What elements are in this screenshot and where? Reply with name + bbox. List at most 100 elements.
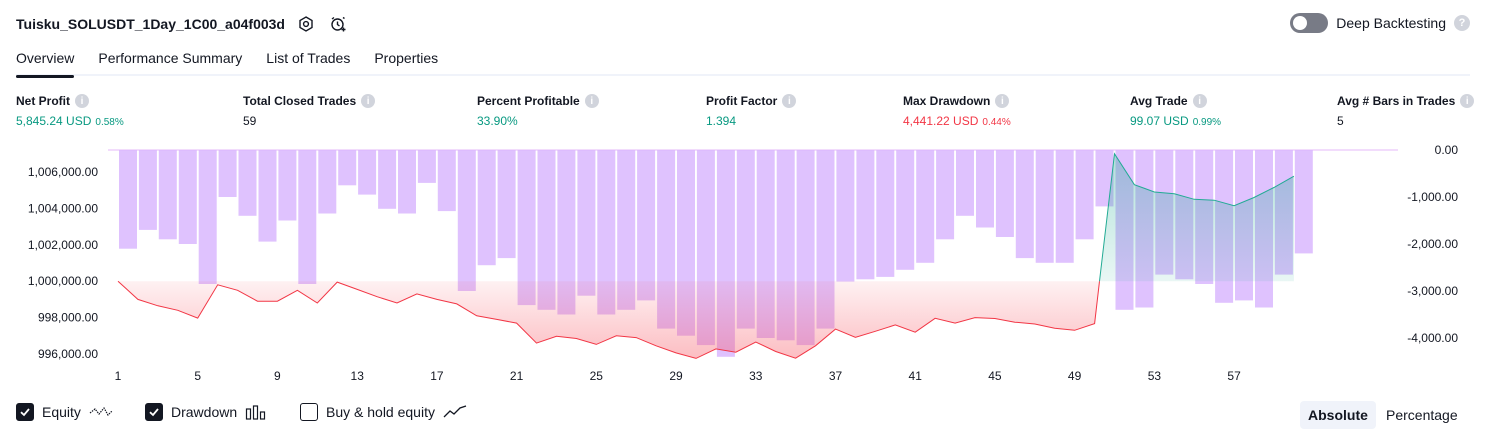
drawdown-bar bbox=[577, 150, 596, 296]
x-axis-tick: 9 bbox=[274, 369, 281, 383]
drawdown-bar bbox=[298, 150, 317, 284]
drawdown-bar bbox=[119, 150, 137, 249]
metric-percent: 0.44% bbox=[982, 117, 1011, 128]
drawdown-bar bbox=[976, 150, 994, 228]
drawdown-bar bbox=[258, 150, 277, 242]
metric-value: 5,845.24 USD bbox=[16, 114, 92, 128]
metric-percent-profitable: Percent Profitable i 33.90% bbox=[477, 94, 599, 128]
metric-label: Net Profit bbox=[16, 94, 70, 108]
x-axis-tick: 45 bbox=[988, 369, 1002, 383]
metric-value: 59 bbox=[243, 114, 257, 128]
left-axis-tick: 998,000.00 bbox=[38, 311, 98, 325]
metric-profit-factor: Profit Factor i 1.394 bbox=[706, 94, 797, 128]
x-axis-tick: 33 bbox=[749, 369, 763, 383]
metric-percent: 0.58% bbox=[95, 117, 124, 128]
deep-backtesting-toggle[interactable] bbox=[1290, 13, 1329, 33]
tab-overview[interactable]: Overview bbox=[16, 46, 75, 78]
tab-properties[interactable]: Properties bbox=[374, 46, 438, 76]
drawdown-bar bbox=[936, 150, 955, 240]
buy-hold-checkbox[interactable] bbox=[300, 403, 318, 421]
legend-drawdown[interactable]: Drawdown bbox=[145, 403, 267, 421]
drawdown-bar bbox=[637, 150, 656, 301]
metric-label: Avg # Bars in Trades bbox=[1337, 94, 1456, 108]
x-axis-tick: 17 bbox=[430, 369, 444, 383]
metric-avg-bars-in-trades: Avg # Bars in Trades i 5 bbox=[1337, 94, 1475, 128]
drawdown-bar bbox=[398, 150, 416, 214]
buy-hold-line-icon bbox=[443, 404, 467, 420]
strategy-title: Tuisku_SOLUSDT_1Day_1C00_a04f003d bbox=[16, 16, 285, 32]
tab-performance-summary[interactable]: Performance Summary bbox=[98, 46, 242, 76]
metric-avg-trade: Avg Trade i 99.07 USD 0.99% bbox=[1130, 94, 1221, 128]
drawdown-bar bbox=[477, 150, 496, 266]
x-axis-tick: 13 bbox=[351, 369, 365, 383]
drawdown-bar bbox=[138, 150, 157, 230]
equity-checkbox[interactable] bbox=[16, 403, 34, 421]
buy-hold-label: Buy & hold equity bbox=[326, 404, 435, 420]
legend-buy-hold[interactable]: Buy & hold equity bbox=[300, 403, 467, 421]
drawdown-bar bbox=[378, 150, 397, 209]
metric-value: 33.90% bbox=[477, 114, 518, 128]
metric-label: Profit Factor bbox=[706, 94, 778, 108]
drawdown-bar bbox=[417, 150, 436, 183]
metric-total-closed-trades: Total Closed Trades i 59 bbox=[243, 94, 376, 128]
metric-label: Total Closed Trades bbox=[243, 94, 357, 108]
legend-equity[interactable]: Equity bbox=[16, 403, 113, 421]
absolute-button[interactable]: Absolute bbox=[1300, 401, 1376, 429]
drawdown-checkbox[interactable] bbox=[145, 403, 163, 421]
equity-loss-area bbox=[118, 281, 1100, 359]
drawdown-bar bbox=[856, 150, 875, 280]
x-axis-tick: 5 bbox=[194, 369, 201, 383]
drawdown-bar bbox=[238, 150, 257, 216]
drawdown-bar bbox=[916, 150, 935, 263]
deep-backtesting-label: Deep Backtesting bbox=[1336, 15, 1446, 31]
equity-label: Equity bbox=[42, 404, 81, 420]
add-alert-icon[interactable] bbox=[327, 13, 349, 35]
right-axis-tick: 0.00 bbox=[1435, 143, 1459, 157]
left-axis-tick: 1,004,000.00 bbox=[28, 201, 98, 215]
drawdown-bar bbox=[338, 150, 357, 186]
tab-list-of-trades[interactable]: List of Trades bbox=[266, 46, 350, 76]
right-axis-tick: -2,000.00 bbox=[1407, 237, 1458, 251]
info-icon[interactable]: i bbox=[361, 94, 376, 108]
drawdown-bar bbox=[956, 150, 974, 216]
x-axis-tick: 53 bbox=[1148, 369, 1162, 383]
x-axis-tick: 25 bbox=[590, 369, 604, 383]
drawdown-bar bbox=[896, 150, 915, 270]
x-axis-tick: 57 bbox=[1227, 369, 1241, 383]
left-axis-tick: 1,002,000.00 bbox=[28, 238, 98, 252]
info-icon[interactable]: i bbox=[995, 94, 1010, 108]
right-axis-tick: -1,000.00 bbox=[1407, 190, 1458, 204]
metric-value: 99.07 USD bbox=[1130, 114, 1189, 128]
info-icon[interactable]: i bbox=[782, 94, 797, 108]
x-axis-tick: 29 bbox=[669, 369, 683, 383]
settings-icon[interactable] bbox=[295, 13, 317, 35]
left-axis-tick: 1,000,000.00 bbox=[28, 274, 98, 288]
drawdown-bar bbox=[836, 150, 855, 282]
drawdown-bar bbox=[876, 150, 895, 277]
drawdown-bar bbox=[497, 150, 516, 259]
x-axis-tick: 49 bbox=[1068, 369, 1082, 383]
drawdown-bars-icon bbox=[245, 404, 267, 420]
x-axis-tick: 37 bbox=[829, 369, 843, 383]
drawdown-bar bbox=[995, 150, 1014, 237]
drawdown-bar bbox=[158, 150, 177, 240]
percentage-button[interactable]: Percentage bbox=[1378, 401, 1466, 429]
info-icon[interactable]: i bbox=[75, 94, 89, 108]
equity-drawdown-chart[interactable]: 1,006,000.00 1,004,000.00 1,002,000.00 1,00… bbox=[0, 138, 1486, 398]
info-icon[interactable]: i bbox=[1192, 94, 1207, 108]
x-axis-tick: 21 bbox=[510, 369, 524, 383]
info-icon[interactable]: i bbox=[1460, 94, 1475, 108]
help-icon[interactable]: ? bbox=[1454, 15, 1470, 31]
drawdown-bar bbox=[1035, 150, 1054, 263]
drawdown-bar bbox=[457, 150, 476, 291]
metric-label: Avg Trade bbox=[1130, 94, 1188, 108]
strategy-header: Tuisku_SOLUSDT_1Day_1C00_a04f003d bbox=[16, 12, 349, 36]
drawdown-bar bbox=[178, 150, 197, 244]
deep-backtesting: Deep Backtesting ? bbox=[1290, 13, 1470, 33]
metric-value: 5 bbox=[1337, 114, 1344, 128]
x-axis-tick: 1 bbox=[115, 369, 122, 383]
drawdown-bar bbox=[437, 150, 456, 212]
info-icon[interactable]: i bbox=[584, 94, 599, 108]
drawdown-bar bbox=[1055, 150, 1074, 263]
drawdown-bar bbox=[358, 150, 377, 195]
